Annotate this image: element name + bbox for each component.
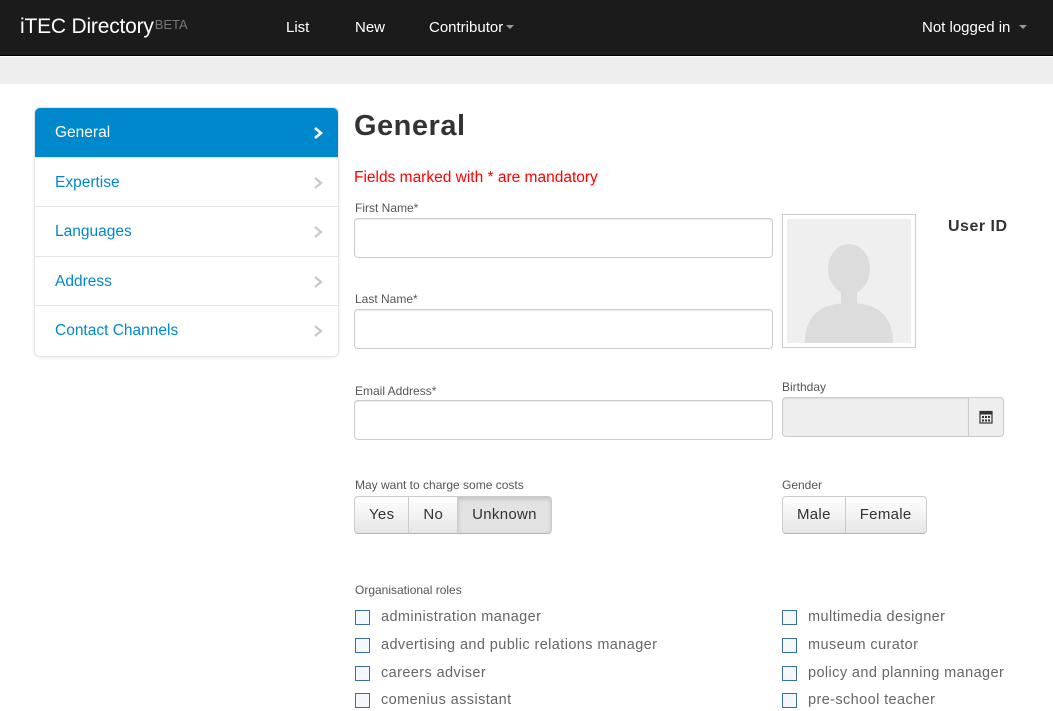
- role-label: comenius assistant: [381, 692, 512, 708]
- role-checkbox[interactable]: [355, 665, 370, 681]
- charge-costs-label: May want to charge some costs: [355, 478, 524, 492]
- role-checkbox-row[interactable]: comenius assistant: [355, 690, 512, 710]
- section-sidebar: General Expertise Languages Address Cont…: [34, 107, 339, 357]
- email-label: Email Address*: [355, 384, 437, 398]
- role-checkbox-row[interactable]: policy and planning manager: [782, 663, 1004, 683]
- sidebar-item-label: Contact Channels: [55, 322, 179, 339]
- user-id-label: User ID: [948, 218, 1008, 235]
- sidebar-item-expertise[interactable]: Expertise: [35, 158, 338, 207]
- sidebar-item-label: General: [55, 124, 111, 141]
- subheader-bar: [0, 57, 1053, 84]
- role-label: pre-school teacher: [808, 692, 936, 708]
- role-label: museum curator: [808, 637, 919, 653]
- gender-toggle-group: Male Female: [782, 496, 927, 534]
- first-name-input[interactable]: [354, 218, 773, 258]
- nav-new-link[interactable]: New: [355, 18, 385, 38]
- role-checkbox-row[interactable]: multimedia designer: [782, 607, 945, 627]
- calendar-icon: [979, 410, 993, 424]
- page-title: General: [354, 110, 466, 142]
- role-checkbox[interactable]: [782, 637, 797, 653]
- avatar-placeholder: [787, 219, 911, 343]
- last-name-label: Last Name*: [355, 292, 418, 306]
- sidebar-item-label: Expertise: [55, 173, 120, 191]
- brand-name: iTEC Directory: [20, 15, 154, 38]
- role-checkbox-row[interactable]: administration manager: [355, 607, 541, 627]
- nav-contributor-label: Contributor: [429, 19, 504, 36]
- brand-logo[interactable]: iTEC DirectoryBETA: [20, 14, 188, 40]
- role-checkbox[interactable]: [355, 609, 370, 625]
- user-silhouette-icon: [805, 244, 893, 343]
- nav-list-link[interactable]: List: [286, 18, 309, 38]
- user-menu-dropdown[interactable]: Not logged in: [922, 18, 1027, 38]
- caret-down-icon: [1018, 25, 1027, 30]
- role-label: administration manager: [381, 609, 542, 625]
- role-checkbox-row[interactable]: careers adviser: [355, 663, 486, 683]
- birthday-calendar-button[interactable]: [968, 397, 1004, 437]
- gender-label: Gender: [782, 478, 823, 492]
- email-input[interactable]: [354, 400, 773, 440]
- avatar[interactable]: [782, 214, 916, 348]
- sidebar-item-general[interactable]: General: [35, 108, 338, 158]
- role-label: careers adviser: [381, 665, 487, 681]
- gender-male-button[interactable]: Male: [782, 496, 846, 534]
- sidebar-item-contact-channels[interactable]: Contact Channels: [35, 306, 338, 356]
- role-checkbox[interactable]: [355, 637, 370, 653]
- birthday-input[interactable]: [782, 397, 969, 437]
- nav-contributor-dropdown[interactable]: Contributor: [429, 18, 515, 38]
- gender-female-button[interactable]: Female: [844, 496, 927, 534]
- caret-down-icon: [506, 25, 515, 30]
- role-checkbox[interactable]: [782, 609, 797, 625]
- beta-badge: BETA: [154, 17, 188, 32]
- role-checkbox-row[interactable]: advertising and public relations manager: [355, 635, 657, 655]
- role-label: multimedia designer: [808, 609, 946, 625]
- chevron-right-icon: [314, 325, 323, 337]
- sidebar-item-languages[interactable]: Languages: [35, 207, 338, 257]
- birthday-label: Birthday: [782, 380, 827, 394]
- charge-costs-toggle-group: Yes No Unknown: [354, 496, 552, 534]
- role-label: policy and planning manager: [808, 665, 1005, 681]
- sidebar-item-label: Address: [55, 272, 112, 290]
- sidebar-item-label: Languages: [55, 223, 132, 240]
- role-checkbox[interactable]: [782, 665, 797, 681]
- organisational-roles-label: Organisational roles: [355, 583, 462, 597]
- user-status-label: Not logged in: [922, 19, 1011, 36]
- charge-costs-unknown-button[interactable]: Unknown: [457, 496, 552, 534]
- role-checkbox[interactable]: [782, 692, 797, 708]
- mandatory-fields-note: Fields marked with * are mandatory: [354, 169, 598, 186]
- role-checkbox-row[interactable]: museum curator: [782, 635, 918, 655]
- role-label: advertising and public relations manager: [381, 637, 658, 653]
- top-navbar: iTEC DirectoryBETA List New Contributor …: [0, 0, 1053, 56]
- sidebar-item-address[interactable]: Address: [35, 257, 338, 306]
- first-name-label: First Name*: [355, 201, 419, 215]
- role-checkbox[interactable]: [355, 692, 370, 708]
- role-checkbox-row[interactable]: pre-school teacher: [782, 690, 935, 710]
- charge-costs-yes-button[interactable]: Yes: [354, 496, 410, 534]
- charge-costs-no-button[interactable]: No: [408, 496, 459, 534]
- chevron-right-icon: [314, 226, 323, 238]
- chevron-right-icon: [314, 127, 324, 139]
- chevron-right-icon: [314, 176, 323, 189]
- last-name-input[interactable]: [354, 309, 773, 349]
- chevron-right-icon: [314, 275, 323, 288]
